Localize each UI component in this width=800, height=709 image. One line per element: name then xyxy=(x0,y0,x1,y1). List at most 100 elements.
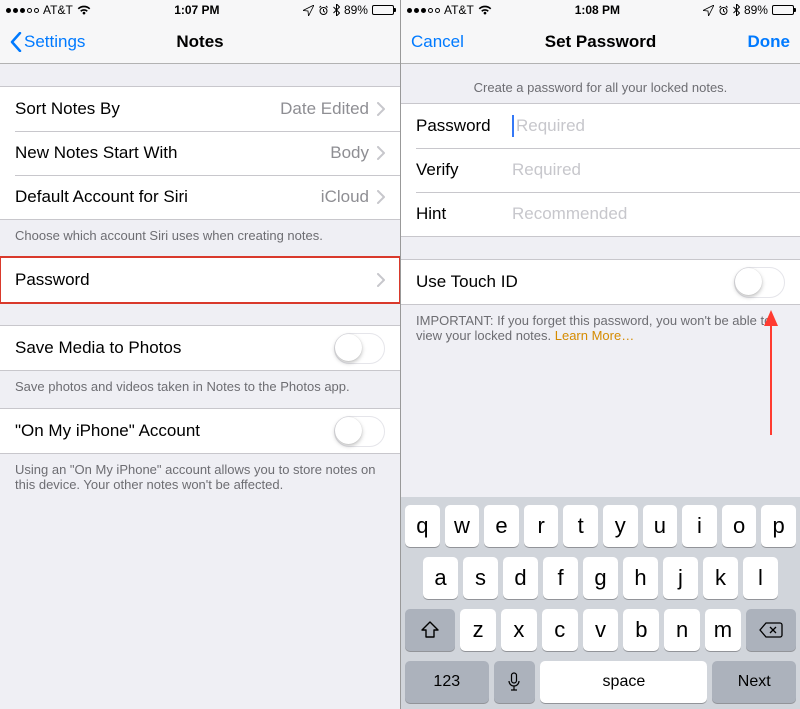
chevron-right-icon xyxy=(377,190,385,204)
key-mic[interactable] xyxy=(494,661,536,703)
touch-id-group: Use Touch ID xyxy=(401,259,800,305)
bluetooth-icon xyxy=(333,4,340,16)
key-h[interactable]: h xyxy=(623,557,658,599)
key-next[interactable]: Next xyxy=(712,661,796,703)
status-time: 1:08 PM xyxy=(575,3,620,17)
row-password[interactable]: Password xyxy=(0,258,400,302)
key-r[interactable]: r xyxy=(524,505,559,547)
row-touch-id: Use Touch ID xyxy=(401,260,800,304)
password-input[interactable] xyxy=(516,116,785,136)
key-l[interactable]: l xyxy=(743,557,778,599)
settings-group-media: Save Media to Photos xyxy=(0,325,400,371)
key-space[interactable]: space xyxy=(540,661,707,703)
cancel-button[interactable]: Cancel xyxy=(411,32,464,52)
key-u[interactable]: u xyxy=(643,505,678,547)
navigation-icon xyxy=(303,5,314,16)
row-label: Use Touch ID xyxy=(416,272,734,292)
settings-group-on-my-iphone: "On My iPhone" Account xyxy=(0,408,400,454)
key-j[interactable]: j xyxy=(663,557,698,599)
chevron-right-icon xyxy=(377,273,385,287)
screen-set-password: AT&T 1:08 PM 89% Cancel Set Password Don… xyxy=(400,0,800,709)
signal-dots-icon xyxy=(6,8,39,13)
key-s[interactable]: s xyxy=(463,557,498,599)
section-header: Create a password for all your locked no… xyxy=(401,64,800,103)
annotation-arrow-icon xyxy=(759,310,783,435)
key-v[interactable]: v xyxy=(583,609,619,651)
key-b[interactable]: b xyxy=(623,609,659,651)
back-label: Settings xyxy=(24,32,85,52)
row-label: Save Media to Photos xyxy=(15,338,334,358)
key-p[interactable]: p xyxy=(761,505,796,547)
row-sort-notes[interactable]: Sort Notes By Date Edited xyxy=(0,87,400,131)
battery-icon xyxy=(372,5,394,15)
key-numbers[interactable]: 123 xyxy=(405,661,489,703)
footer-save-media: Save photos and videos taken in Notes to… xyxy=(0,371,400,408)
key-a[interactable]: a xyxy=(423,557,458,599)
field-label: Verify xyxy=(416,160,512,180)
key-x[interactable]: x xyxy=(501,609,537,651)
navigation-icon xyxy=(703,5,714,16)
backspace-icon xyxy=(759,621,783,639)
key-n[interactable]: n xyxy=(664,609,700,651)
learn-more-link[interactable]: Learn More… xyxy=(555,328,634,343)
mic-icon xyxy=(507,672,521,692)
key-backspace[interactable] xyxy=(746,609,796,651)
touch-id-toggle[interactable] xyxy=(734,267,785,298)
wifi-icon xyxy=(478,5,492,15)
carrier-label: AT&T xyxy=(43,3,73,17)
keyboard-row-1: q w e r t y u i o p xyxy=(405,505,796,547)
key-f[interactable]: f xyxy=(543,557,578,599)
key-q[interactable]: q xyxy=(405,505,440,547)
key-g[interactable]: g xyxy=(583,557,618,599)
key-e[interactable]: e xyxy=(484,505,519,547)
battery-icon xyxy=(772,5,794,15)
back-button[interactable]: Settings xyxy=(10,32,85,52)
screen-notes-settings: AT&T 1:07 PM 89% Settings Notes xyxy=(0,0,400,709)
row-label: "On My iPhone" Account xyxy=(15,421,334,441)
row-label: Password xyxy=(15,270,377,290)
keyboard-row-3: z x c v b n m xyxy=(405,609,796,651)
status-bar: AT&T 1:07 PM 89% xyxy=(0,0,400,20)
key-c[interactable]: c xyxy=(542,609,578,651)
nav-bar: Settings Notes xyxy=(0,20,400,64)
keyboard-row-4: 123 space Next xyxy=(405,661,796,703)
settings-group-1: Sort Notes By Date Edited New Notes Star… xyxy=(0,86,400,220)
hint-input[interactable] xyxy=(512,204,785,224)
footer-important: IMPORTANT: If you forget this password, … xyxy=(401,305,800,357)
row-siri-account[interactable]: Default Account for Siri iCloud xyxy=(0,175,400,219)
key-shift[interactable] xyxy=(405,609,455,651)
signal-dots-icon xyxy=(407,8,440,13)
settings-group-password: Password xyxy=(0,257,400,303)
bluetooth-icon xyxy=(733,4,740,16)
row-value: iCloud xyxy=(321,187,369,207)
key-w[interactable]: w xyxy=(445,505,480,547)
save-media-toggle[interactable] xyxy=(334,333,385,364)
alarm-icon xyxy=(318,5,329,16)
battery-percent: 89% xyxy=(744,3,768,17)
footer-siri: Choose which account Siri uses when crea… xyxy=(0,220,400,257)
on-my-iphone-toggle[interactable] xyxy=(334,416,385,447)
text-cursor xyxy=(512,115,514,137)
row-hint-field: Hint xyxy=(401,192,800,236)
field-label: Password xyxy=(416,116,512,136)
key-d[interactable]: d xyxy=(503,557,538,599)
done-button[interactable]: Done xyxy=(748,32,791,52)
row-value: Body xyxy=(330,143,369,163)
key-z[interactable]: z xyxy=(460,609,496,651)
status-time: 1:07 PM xyxy=(174,3,219,17)
row-new-notes[interactable]: New Notes Start With Body xyxy=(0,131,400,175)
row-on-my-iphone: "On My iPhone" Account xyxy=(0,409,400,453)
row-save-media: Save Media to Photos xyxy=(0,326,400,370)
shift-icon xyxy=(420,621,440,639)
status-bar: AT&T 1:08 PM 89% xyxy=(401,0,800,20)
nav-bar: Cancel Set Password Done xyxy=(401,20,800,64)
row-verify-field: Verify xyxy=(401,148,800,192)
key-i[interactable]: i xyxy=(682,505,717,547)
verify-input[interactable] xyxy=(512,160,785,180)
key-k[interactable]: k xyxy=(703,557,738,599)
row-label: Sort Notes By xyxy=(15,99,280,119)
key-y[interactable]: y xyxy=(603,505,638,547)
key-o[interactable]: o xyxy=(722,505,757,547)
key-m[interactable]: m xyxy=(705,609,741,651)
key-t[interactable]: t xyxy=(563,505,598,547)
